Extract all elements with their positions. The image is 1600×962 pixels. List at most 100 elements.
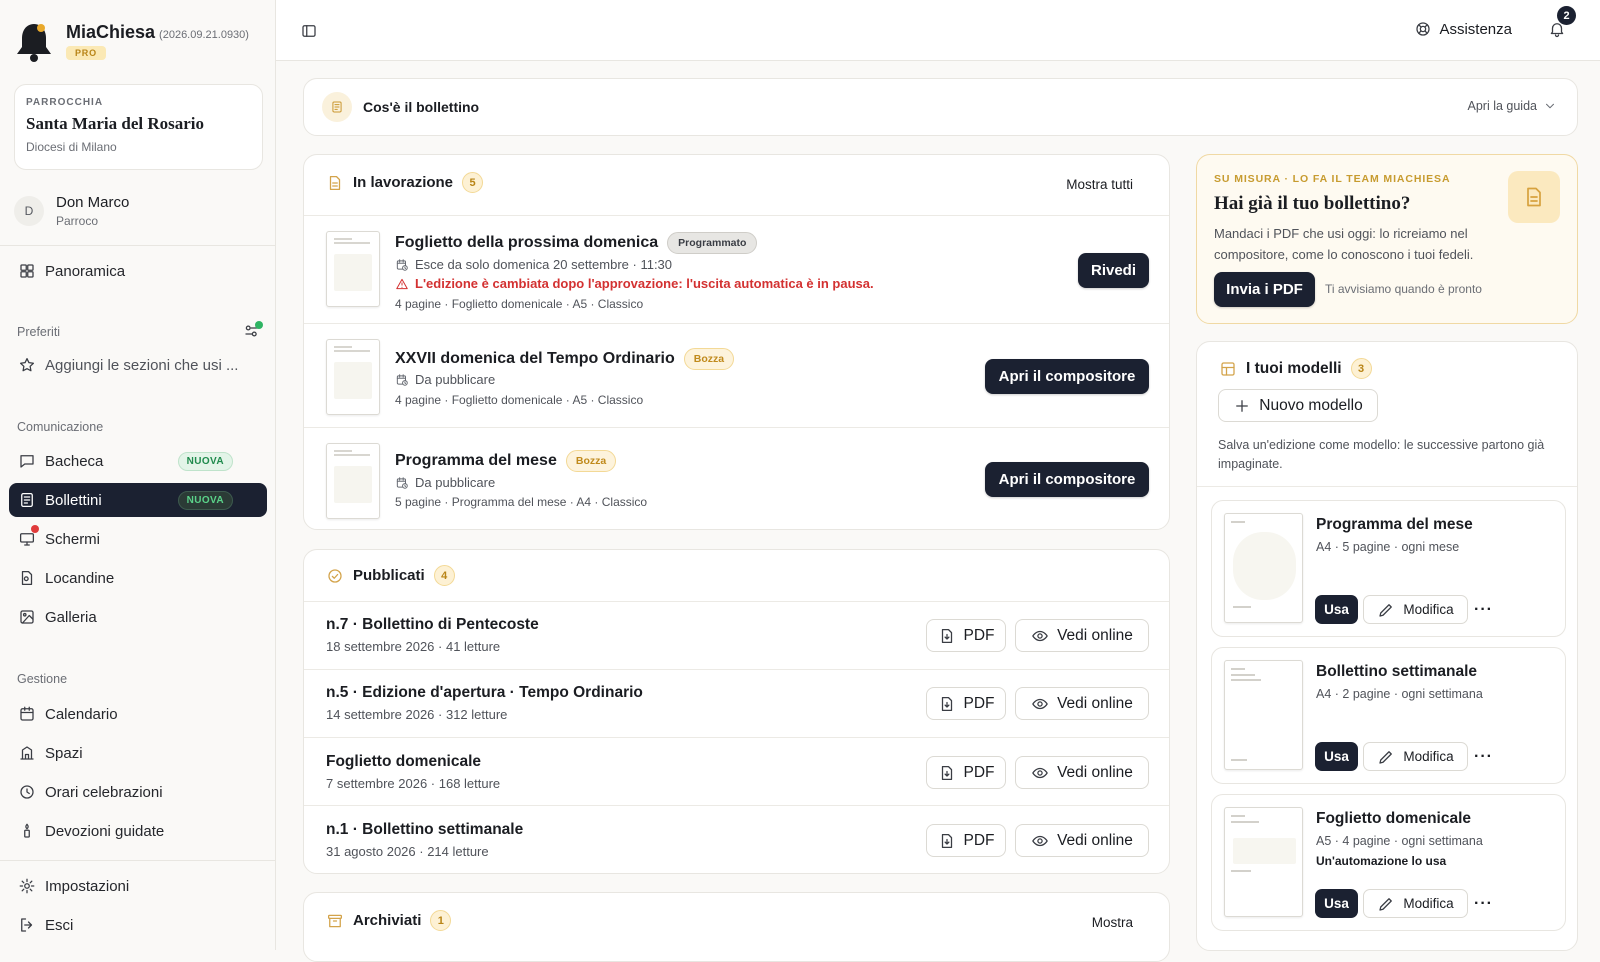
building-icon bbox=[20, 746, 34, 760]
published-title[interactable]: n.1 · Bollettino settimanale bbox=[326, 821, 523, 839]
sidebar-item-add-favorites[interactable]: Aggiungi le sezioni che usi ... bbox=[9, 348, 267, 382]
template-title: Foglietto domenicale bbox=[1316, 810, 1472, 827]
sidebar-item-orari[interactable]: Orari celebrazioni bbox=[9, 775, 267, 809]
guide-card[interactable]: Cos'è il bollettino Apri la guida bbox=[303, 78, 1578, 136]
edit-template-button[interactable]: Modifica bbox=[1363, 595, 1468, 624]
template-card[interactable]: Bollettino settimanale A4 · 2 pagine · o… bbox=[1211, 647, 1566, 784]
show-archived-link[interactable]: Mostra bbox=[1092, 915, 1133, 930]
sidebar-item-bollettini[interactable]: Bollettini NUOVA bbox=[9, 483, 267, 517]
template-title: Programma del mese bbox=[1316, 516, 1473, 533]
sidebar-toggle-icon[interactable] bbox=[300, 22, 318, 40]
eye-icon bbox=[1032, 630, 1048, 641]
templates-card: I tuoi modelli 3 Nuovo modello Salva un'… bbox=[1196, 341, 1578, 951]
view-online-button[interactable]: Vedi online bbox=[1015, 619, 1149, 652]
count-badge: 4 bbox=[433, 565, 455, 586]
edition-thumbnail bbox=[326, 231, 380, 307]
template-thumbnail bbox=[1224, 807, 1303, 917]
chevron-down-icon bbox=[1546, 103, 1554, 109]
template-title: Bollettino settimanale bbox=[1316, 663, 1478, 680]
custom-newsletter-promo: SU MISURA · LO FA IL TEAM MIACHIESA Hai … bbox=[1196, 154, 1578, 324]
sidebar-item-schermi[interactable]: Schermi bbox=[9, 522, 267, 556]
plus-icon bbox=[1236, 399, 1249, 412]
brand[interactable]: MiaChiesa (2026.09.21.0930) PRO bbox=[14, 16, 264, 66]
document-icon bbox=[329, 175, 341, 190]
new-template-button[interactable]: Nuovo modello bbox=[1218, 389, 1378, 422]
use-template-button[interactable]: Usa bbox=[1315, 595, 1358, 624]
pdf-button[interactable]: PDF bbox=[926, 756, 1006, 789]
sidebar-item-devozioni[interactable]: Devozioni guidate bbox=[9, 814, 267, 848]
automation-note: Un'automazione lo usa bbox=[1316, 854, 1447, 868]
bell-logo-icon bbox=[17, 24, 51, 62]
template-meta: A4 · 2 pagine · ogni settimana bbox=[1316, 687, 1483, 701]
use-template-button[interactable]: Usa bbox=[1315, 889, 1358, 918]
clock-icon bbox=[20, 785, 34, 799]
edit-template-button[interactable]: Modifica bbox=[1363, 889, 1468, 918]
view-online-button[interactable]: Vedi online bbox=[1015, 824, 1149, 857]
sidebar-item-impostazioni[interactable]: Impostazioni bbox=[9, 869, 267, 903]
review-button[interactable]: Rivedi bbox=[1078, 253, 1149, 288]
published-meta: 7 settembre 2026 · 168 letture bbox=[326, 776, 501, 791]
sidebar-item-label: Schermi bbox=[45, 530, 101, 548]
archived-card: Archiviati 1 Mostra bbox=[303, 892, 1170, 962]
more-options-button[interactable]: ··· bbox=[1474, 601, 1493, 619]
status-badge: Bozza bbox=[683, 348, 735, 370]
sidebar-item-bacheca[interactable]: Bacheca NUOVA bbox=[9, 444, 267, 478]
edition-title[interactable]: Foglietto della prossima domenica Progra… bbox=[395, 232, 758, 254]
section-title: Pubblicati bbox=[353, 567, 425, 584]
section-title: In lavorazione bbox=[353, 174, 454, 191]
edition-title[interactable]: Programma del mese Bozza bbox=[395, 450, 617, 472]
view-online-button[interactable]: Vedi online bbox=[1015, 687, 1149, 720]
notifications-button[interactable]: 2 bbox=[1548, 6, 1576, 38]
calendar-clock-icon bbox=[396, 476, 408, 489]
open-composer-button[interactable]: Apri il compositore bbox=[985, 359, 1149, 394]
promo-title: Hai già il tuo bollettino? bbox=[1214, 193, 1411, 214]
row-divider bbox=[304, 215, 1169, 216]
view-online-button[interactable]: Vedi online bbox=[1015, 756, 1149, 789]
sidebar-item-label: Bacheca bbox=[45, 452, 104, 470]
templates-header: I tuoi modelli 3 bbox=[1219, 358, 1372, 379]
template-card[interactable]: Programma del mese A4 · 5 pagine · ogni … bbox=[1211, 500, 1566, 637]
management-title: Gestione bbox=[17, 672, 68, 686]
file-download-icon bbox=[941, 696, 952, 711]
published-meta: 18 settembre 2026 · 41 letture bbox=[326, 639, 501, 654]
help-button[interactable]: Assistenza bbox=[1414, 20, 1512, 38]
user-profile[interactable]: D Don Marco Parroco bbox=[14, 192, 264, 232]
published-title[interactable]: n.7 · Bollettino di Pentecoste bbox=[326, 616, 539, 634]
sidebar-item-galleria[interactable]: Galleria bbox=[9, 600, 267, 634]
grid-icon bbox=[20, 264, 34, 278]
more-options-button[interactable]: ··· bbox=[1474, 895, 1493, 913]
more-options-button[interactable]: ··· bbox=[1474, 748, 1493, 766]
pdf-button[interactable]: PDF bbox=[926, 687, 1006, 720]
use-template-button[interactable]: Usa bbox=[1315, 742, 1358, 771]
sidebar-item-locandine[interactable]: Locandine bbox=[9, 561, 267, 595]
published-title[interactable]: Foglietto domenicale bbox=[326, 753, 481, 771]
pdf-button[interactable]: PDF bbox=[926, 619, 1006, 652]
open-composer-button[interactable]: Apri il compositore bbox=[985, 462, 1149, 497]
communication-title: Comunicazione bbox=[17, 420, 104, 434]
edition-title[interactable]: XXVII domenica del Tempo Ordinario Bozza bbox=[395, 348, 735, 370]
logout-icon bbox=[21, 918, 33, 932]
send-pdf-button[interactable]: Invia i PDF bbox=[1214, 272, 1315, 307]
open-guide-button[interactable]: Apri la guida bbox=[1468, 99, 1558, 113]
parish-card[interactable]: PARROCCHIA Santa Maria del Rosario Dioce… bbox=[14, 84, 263, 170]
sidebar-item-calendario[interactable]: Calendario bbox=[9, 697, 267, 731]
edition-meta: 4 pagine · Foglietto domenicale · A5 · C… bbox=[395, 393, 644, 407]
candle-icon bbox=[24, 823, 30, 838]
calendar-clock-icon bbox=[396, 373, 408, 386]
sidebar-item-label: Locandine bbox=[45, 569, 115, 587]
show-all-link[interactable]: Mostra tutti bbox=[1066, 177, 1133, 192]
row-divider bbox=[1197, 486, 1577, 487]
pdf-button[interactable]: PDF bbox=[926, 824, 1006, 857]
sidebar-item-esci[interactable]: Esci bbox=[9, 908, 267, 942]
app-name: MiaChiesa (2026.09.21.0930) bbox=[66, 22, 249, 42]
calendar-clock-icon bbox=[396, 258, 408, 271]
sidebar-item-overview[interactable]: Panoramica bbox=[9, 254, 267, 288]
sidebar-item-spazi[interactable]: Spazi bbox=[9, 736, 267, 770]
edition-schedule: Da pubblicare bbox=[395, 475, 495, 490]
published-title[interactable]: n.5 · Edizione d'apertura · Tempo Ordina… bbox=[326, 684, 643, 702]
template-card[interactable]: Foglietto domenicale A5 · 4 pagine · ogn… bbox=[1211, 794, 1566, 931]
edit-template-button[interactable]: Modifica bbox=[1363, 742, 1468, 771]
plan-badge: PRO bbox=[66, 46, 106, 60]
row-divider bbox=[304, 669, 1169, 670]
eye-icon bbox=[1032, 698, 1048, 709]
